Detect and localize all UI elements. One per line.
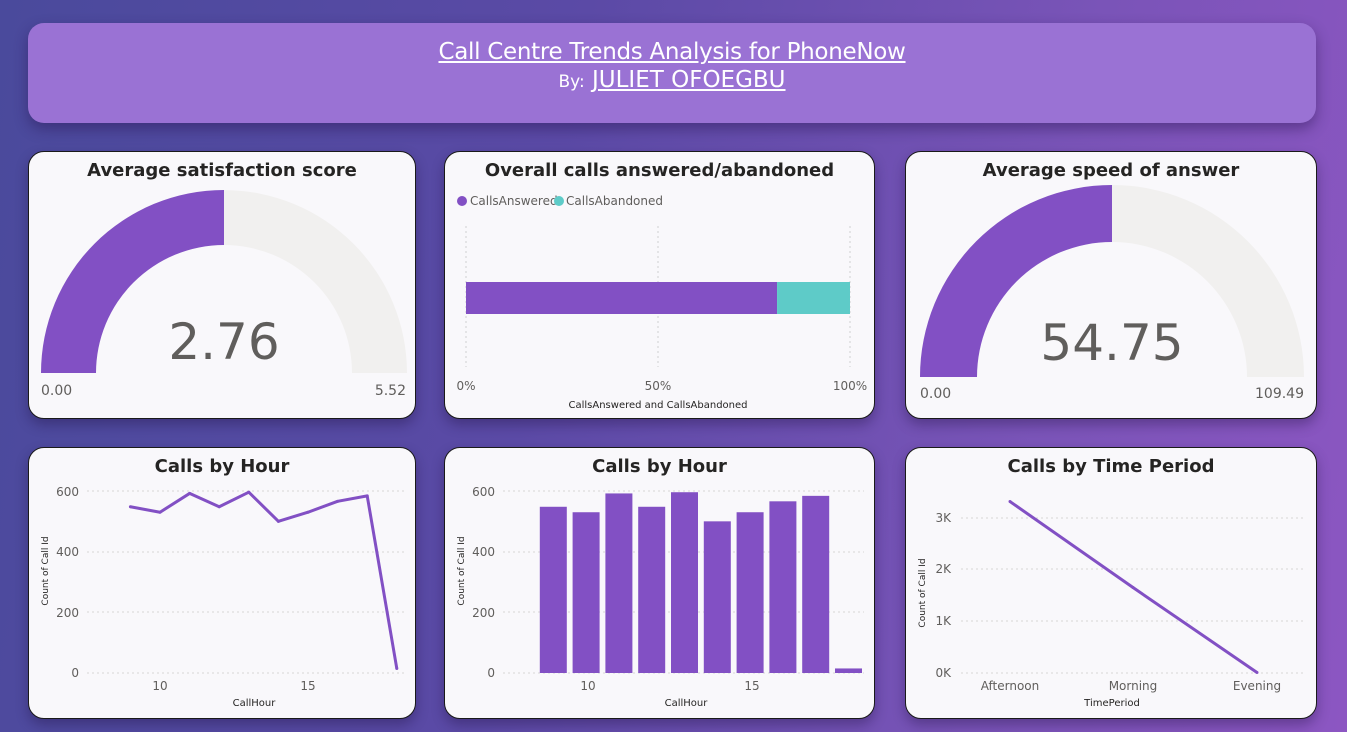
bar-answered [466,282,778,314]
tick-0: 0% [456,379,475,393]
data-point [188,491,192,495]
legend-abandoned-dot [554,196,564,206]
x-tick-10: 10 [580,679,595,693]
legend-answered-label: CallsAnswered [470,194,558,208]
data-point [306,510,310,514]
y-tick-200: 200 [472,606,495,620]
period-card[interactable]: Calls by Time Period Count of Call Id Ti… [905,447,1317,719]
gauge-max: 109.49 [1255,386,1304,402]
gauge-min: 0.00 [920,386,951,402]
tick-100: 100% [833,379,867,393]
gauge-value: 2.76 [168,313,279,371]
y-axis-title: Count of Call Id [457,536,467,605]
satisfaction-card[interactable]: Average satisfaction score 2.76 0.00 5.5… [28,151,416,419]
y-tick-400: 400 [472,545,495,559]
x-axis-title: CallHour [233,698,277,709]
bar [605,493,633,673]
y-tick-200: 200 [56,606,79,620]
speed-card[interactable]: Average speed of answer 54.75 0.00 109.4… [905,151,1317,419]
legend-answered-dot [457,196,467,206]
gauge-value: 54.75 [1040,314,1183,372]
y-tick-2k: 2K [935,562,952,576]
x-axis-title: TimePeriod [1083,698,1140,709]
bar [572,512,600,673]
y-axis-title: Count of Call Id [41,536,51,605]
bar [703,521,731,673]
data-point [1131,586,1135,590]
gauge-max: 5.52 [375,383,406,399]
y-tick-600: 600 [56,485,79,499]
x-tick-afternoon: Afternoon [981,679,1040,693]
author-name[interactable]: JULIET OFOEGBU [592,67,786,93]
dashboard-title[interactable]: Call Centre Trends Analysis for PhoneNow [28,39,1316,65]
y-axis-title: Count of Call Id [918,558,928,627]
legend: CallsAnswered CallsAbandoned [457,194,663,208]
data-point [1255,670,1259,674]
x-axis-label: CallsAnswered and CallsAbandoned [569,400,748,411]
calls-line-card[interactable]: Calls by Hour Count of Call Id CallHour … [28,447,416,719]
legend-abandoned-label: CallsAbandoned [566,194,663,208]
y-tick-0: 0 [71,666,79,680]
dashboard-header: Call Centre Trends Analysis for PhoneNow… [28,23,1316,123]
answered-card[interactable]: Overall calls answered/abandoned CallsAn… [444,151,875,419]
bar [769,501,797,673]
calls-bar-card[interactable]: Calls by Hour Count of Call Id CallHour … [444,447,875,719]
author-line: By: JULIET OFOEGBU [28,67,1316,93]
data-point [336,499,340,503]
by-label: By: [558,72,585,92]
data-point [395,666,399,670]
x-tick-morning: Morning [1109,679,1158,693]
tick-50: 50% [645,379,672,393]
bar-abandoned [777,282,850,314]
gauge-min: 0.00 [41,383,72,399]
data-point [1008,500,1012,504]
bar [835,668,862,673]
bar [736,512,764,673]
x-tick-10: 10 [152,679,167,693]
y-tick-3k: 3K [935,511,952,525]
data-point [158,510,162,514]
y-tick-400: 400 [56,545,79,559]
x-tick-15: 15 [300,679,315,693]
x-tick-evening: Evening [1233,679,1281,693]
data-point [276,519,280,523]
data-point [217,505,221,509]
data-point [247,490,251,494]
bar [539,506,567,673]
y-tick-0k: 0K [935,666,952,680]
bar [802,495,830,673]
series-line [130,490,399,669]
x-tick-15: 15 [744,679,759,693]
y-tick-1k: 1K [935,614,952,628]
data-point [365,494,369,498]
y-tick-0: 0 [487,666,495,680]
bar [638,506,666,673]
x-axis-title: CallHour [665,698,709,709]
y-tick-600: 600 [472,485,495,499]
bar [671,492,698,673]
data-point [128,505,132,509]
